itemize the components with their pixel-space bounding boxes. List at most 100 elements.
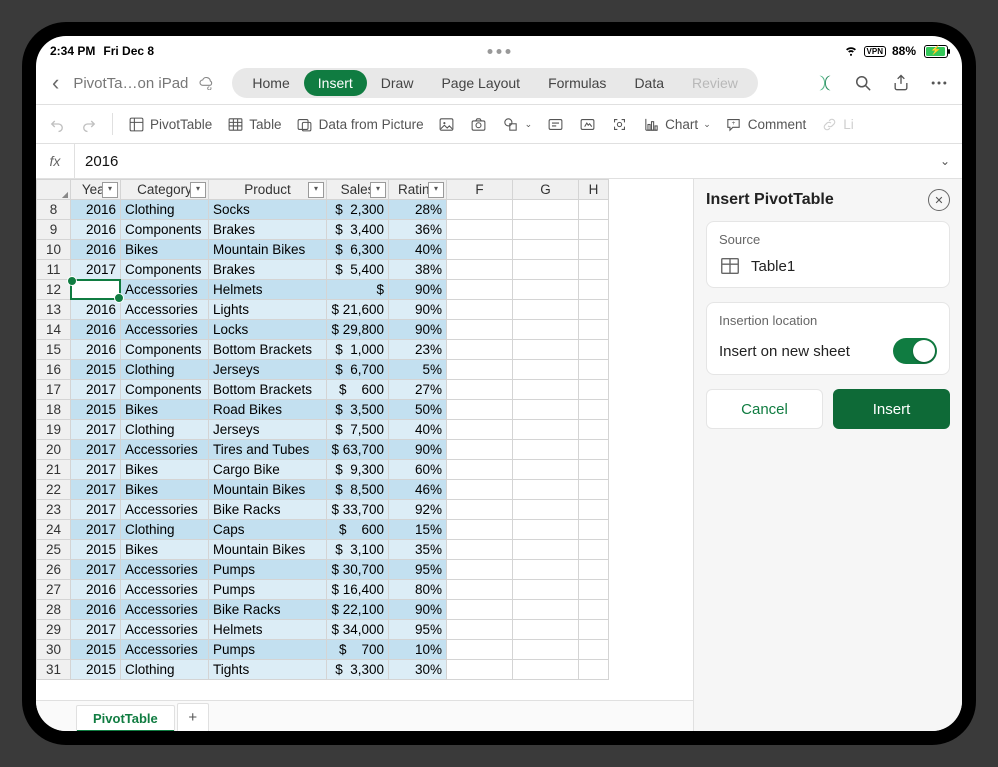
row-header[interactable]: 13 [37,300,71,320]
cell[interactable]: Accessories [121,300,209,320]
cell[interactable] [513,460,579,480]
row-header[interactable]: 17 [37,380,71,400]
cell[interactable]: Bottom Brackets [209,340,327,360]
cell[interactable] [447,400,513,420]
cell[interactable] [579,460,609,480]
cell[interactable]: 2017 [71,560,121,580]
cell[interactable] [513,400,579,420]
spreadsheet-grid[interactable]: Year▾Category▾Product▾Sales▾Rating▾FGH82… [36,179,694,731]
cell[interactable] [513,660,579,680]
cell[interactable] [447,240,513,260]
cell[interactable]: 35% [389,540,447,560]
cell[interactable]: $ 9,300 [327,460,389,480]
document-title[interactable]: PivotTa…on iPad [73,75,188,92]
cell[interactable]: 2015 [71,660,121,680]
addins-button[interactable] [610,115,628,133]
cell[interactable] [513,220,579,240]
cell[interactable]: Accessories [121,580,209,600]
row-header[interactable]: 20 [37,440,71,460]
filter-icon[interactable]: ▾ [190,182,206,198]
cell[interactable]: $ 3,500 [327,400,389,420]
filter-icon[interactable]: ▾ [308,182,324,198]
cell[interactable] [579,240,609,260]
tab-formulas[interactable]: Formulas [534,70,620,96]
cell[interactable]: 95% [389,560,447,580]
cell[interactable] [447,580,513,600]
cell[interactable]: 90% [389,300,447,320]
cell[interactable]: $ 2,300 [327,200,389,220]
cell[interactable] [579,280,609,300]
cell[interactable] [447,500,513,520]
insert-new-sheet-toggle[interactable] [893,338,937,364]
cell[interactable]: 2016 [71,280,121,300]
panel-close-button[interactable]: ✕ [928,189,950,211]
cell[interactable]: $ 3,100 [327,540,389,560]
cell[interactable]: Mountain Bikes [209,240,327,260]
cell[interactable] [447,480,513,500]
cell[interactable]: 90% [389,440,447,460]
undo-button[interactable] [48,115,66,133]
copilot-icon[interactable] [814,72,836,94]
cell[interactable]: Clothing [121,200,209,220]
row-header[interactable]: 12 [37,280,71,300]
row-header[interactable]: 29 [37,620,71,640]
column-header-year[interactable]: Year▾ [71,180,121,200]
cell[interactable]: $ 3,400 [327,220,389,240]
row-header[interactable]: 8 [37,200,71,220]
cell[interactable] [513,380,579,400]
cell[interactable] [513,420,579,440]
row-header[interactable]: 21 [37,460,71,480]
cell[interactable] [447,560,513,580]
cell[interactable] [579,500,609,520]
cell[interactable]: Accessories [121,320,209,340]
cell[interactable] [579,340,609,360]
cell[interactable]: $ 22,100 [327,600,389,620]
row-header[interactable]: 15 [37,340,71,360]
cell[interactable]: $ 5,400 [327,260,389,280]
cell[interactable] [513,280,579,300]
tab-review[interactable]: Review [678,70,752,96]
cell[interactable]: Mountain Bikes [209,540,327,560]
sheet-tab-active[interactable]: PivotTable [76,705,175,731]
cell[interactable]: 2016 [71,200,121,220]
pivottable-button[interactable]: PivotTable [127,115,212,133]
insert-button[interactable]: Insert [833,389,950,429]
cell[interactable]: Components [121,220,209,240]
cell[interactable]: Accessories [121,440,209,460]
cell[interactable]: Jerseys [209,420,327,440]
cell[interactable] [579,220,609,240]
cell[interactable] [579,300,609,320]
cell[interactable] [447,300,513,320]
row-header[interactable]: 24 [37,520,71,540]
picture-button[interactable] [438,115,456,133]
cell[interactable]: Accessories [121,640,209,660]
cell[interactable] [513,340,579,360]
row-header[interactable]: 19 [37,420,71,440]
cell[interactable]: 2017 [71,500,121,520]
cell[interactable]: 2016 [71,340,121,360]
cell[interactable]: 50% [389,400,447,420]
cell[interactable]: $ 33,700 [327,500,389,520]
tab-home[interactable]: Home [238,70,303,96]
cell[interactable]: Clothing [121,520,209,540]
cell[interactable] [447,440,513,460]
tab-page-layout[interactable]: Page Layout [427,70,534,96]
cell[interactable]: Bikes [121,460,209,480]
data-from-picture-button[interactable]: Data from Picture [296,115,424,133]
cell[interactable] [447,320,513,340]
row-header[interactable]: 11 [37,260,71,280]
cell[interactable]: Pumps [209,580,327,600]
cell[interactable] [447,360,513,380]
filter-icon[interactable]: ▾ [428,182,444,198]
cell[interactable] [579,620,609,640]
tab-draw[interactable]: Draw [367,70,428,96]
cell[interactable] [447,200,513,220]
cell[interactable] [513,480,579,500]
comment-button[interactable]: +Comment [725,115,807,133]
cell[interactable] [513,540,579,560]
cell[interactable]: Components [121,340,209,360]
cell[interactable] [579,260,609,280]
row-header[interactable]: 31 [37,660,71,680]
row-header[interactable]: 27 [37,580,71,600]
cell[interactable]: 28% [389,200,447,220]
